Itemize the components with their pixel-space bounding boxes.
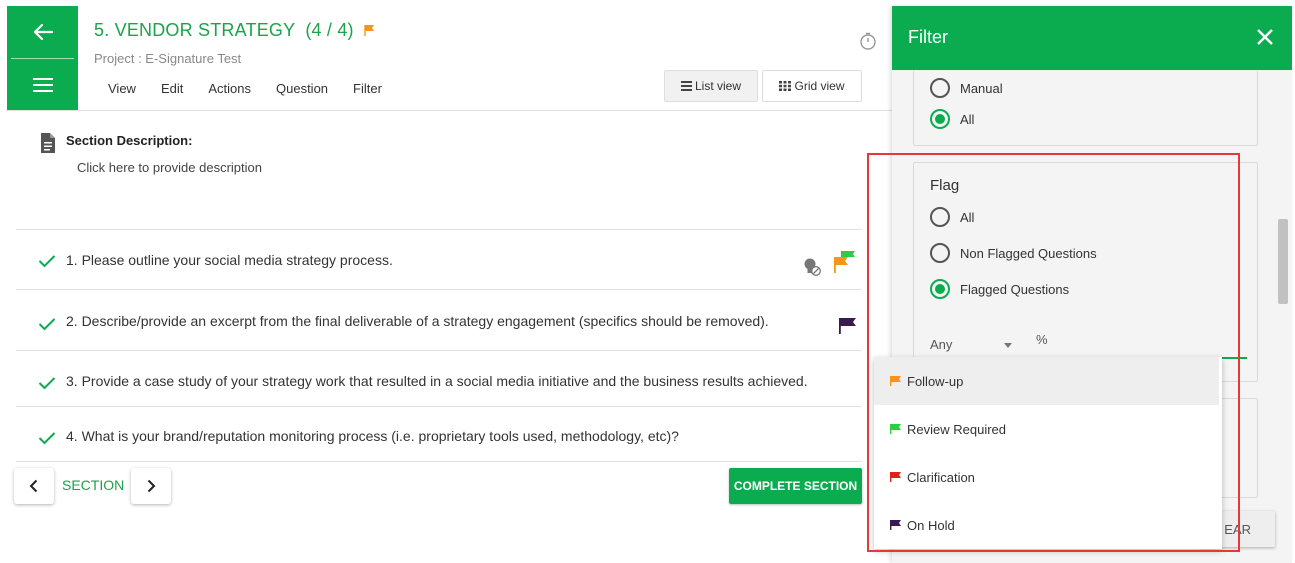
dropdown-item-label: Clarification (907, 469, 975, 485)
radio-button[interactable] (930, 78, 950, 98)
menu-bar: View Edit Actions Question Filter (108, 81, 407, 96)
section-count: (4 / 4) (305, 20, 354, 40)
hamburger-icon (32, 77, 53, 92)
dropdown-item-follow-up[interactable]: Follow-up (874, 357, 1219, 405)
percent-label: % (1036, 332, 1048, 347)
chevron-down-icon[interactable] (1004, 343, 1012, 348)
dropdown-item-label: Review Required (907, 421, 1006, 437)
question-text: 4. What is your brand/reputation monitor… (66, 428, 679, 444)
flag-icon[interactable] (837, 316, 859, 336)
flag-type-select[interactable]: Any (930, 337, 952, 352)
check-icon (38, 255, 56, 268)
section-description-label: Section Description: (66, 133, 193, 148)
check-icon (38, 432, 56, 445)
radio-button[interactable] (930, 207, 950, 227)
radio-label: Manual (960, 80, 1003, 96)
grid-view-button[interactable]: Grid view (762, 70, 862, 102)
nav-block (7, 6, 78, 110)
menu-edit[interactable]: Edit (161, 81, 183, 96)
document-icon (39, 132, 57, 159)
page-title: 5. VENDOR STRATEGY (4 / 4) (94, 20, 377, 41)
close-icon (1257, 29, 1273, 45)
check-icon (38, 377, 56, 390)
radio-flagged[interactable]: Flagged Questions (930, 279, 1069, 299)
close-button[interactable] (1256, 28, 1274, 51)
menu-actions[interactable]: Actions (208, 81, 251, 96)
dropdown-item-label: On Hold (907, 517, 955, 533)
dropdown-item-review-required[interactable]: Review Required (874, 405, 1219, 453)
list-view-label: List view (694, 79, 741, 93)
header-divider (7, 110, 892, 111)
radio-label: Non Flagged Questions (960, 245, 1097, 261)
menu-view[interactable]: View (108, 81, 136, 96)
radio-label: Flagged Questions (960, 281, 1070, 297)
flag-dropdown: Follow-up Review Required Clarification … (874, 357, 1222, 549)
radio-label: All (960, 111, 975, 127)
flag-icon (890, 472, 901, 482)
list-view-button[interactable]: List view (664, 70, 758, 102)
flag-icon (890, 424, 901, 434)
menu-filter[interactable]: Filter (353, 81, 382, 96)
question-row[interactable]: 3. Provide a case study of your strategy… (16, 352, 862, 407)
question-row[interactable]: 2. Describe/provide an excerpt from the … (16, 291, 862, 351)
section-title: 5. VENDOR STRATEGY (94, 20, 296, 40)
radio-button[interactable] (930, 109, 950, 129)
question-text: 1. Please outline your social media stra… (66, 252, 393, 268)
radio-flag-all[interactable]: All (930, 207, 974, 227)
flag-icon (364, 25, 374, 36)
filter-header: Filter (892, 6, 1292, 70)
radio-non-flagged[interactable]: Non Flagged Questions (930, 243, 1097, 263)
dropdown-item-on-hold[interactable]: On Hold (874, 501, 1219, 549)
check-icon (38, 318, 56, 331)
section-nav-label: SECTION (62, 477, 125, 493)
radio-manual[interactable]: Manual (930, 78, 1003, 98)
radio-button[interactable] (930, 279, 950, 299)
question-row[interactable]: 1. Please outline your social media stra… (16, 230, 862, 290)
previous-section-button[interactable] (14, 468, 54, 504)
timer-icon[interactable] (858, 31, 878, 56)
dropdown-item-label: Follow-up (907, 373, 964, 389)
scrollbar-thumb[interactable] (1278, 219, 1288, 304)
filter-title: Filter (908, 27, 948, 47)
lightbulb-icon[interactable] (802, 257, 822, 277)
chevron-right-icon (147, 479, 156, 493)
filter-card-top: Manual All (913, 70, 1258, 146)
dropdown-item-clarification[interactable]: Clarification (874, 453, 1219, 501)
flag-stack-icon[interactable] (831, 249, 859, 275)
question-text: 2. Describe/provide an excerpt from the … (66, 313, 769, 329)
question-row[interactable]: 4. What is your brand/reputation monitor… (16, 407, 862, 462)
radio-all-top[interactable]: All (930, 109, 974, 129)
radio-label: All (960, 209, 975, 225)
arrow-left-icon (33, 23, 53, 41)
complete-section-button[interactable]: COMPLETE SECTION (729, 468, 862, 504)
menu-question[interactable]: Question (276, 81, 328, 96)
radio-button[interactable] (930, 243, 950, 263)
back-button[interactable] (7, 6, 78, 58)
menu-button[interactable] (7, 59, 78, 110)
next-section-button[interactable] (131, 468, 171, 504)
flag-icon (890, 376, 901, 386)
grid-view-label: Grid view (794, 79, 845, 93)
list-icon (680, 81, 692, 91)
section-description-input[interactable]: Click here to provide description (77, 160, 262, 175)
chevron-left-icon (29, 479, 38, 493)
flag-section-title: Flag (930, 177, 960, 194)
grid-icon (779, 81, 792, 91)
flag-icon (890, 520, 901, 530)
flag-filter-card: Flag All Non Flagged Questions Flagged Q… (913, 162, 1258, 382)
question-text: 3. Provide a case study of your strategy… (66, 373, 808, 389)
project-label: Project : E-Signature Test (94, 51, 242, 66)
